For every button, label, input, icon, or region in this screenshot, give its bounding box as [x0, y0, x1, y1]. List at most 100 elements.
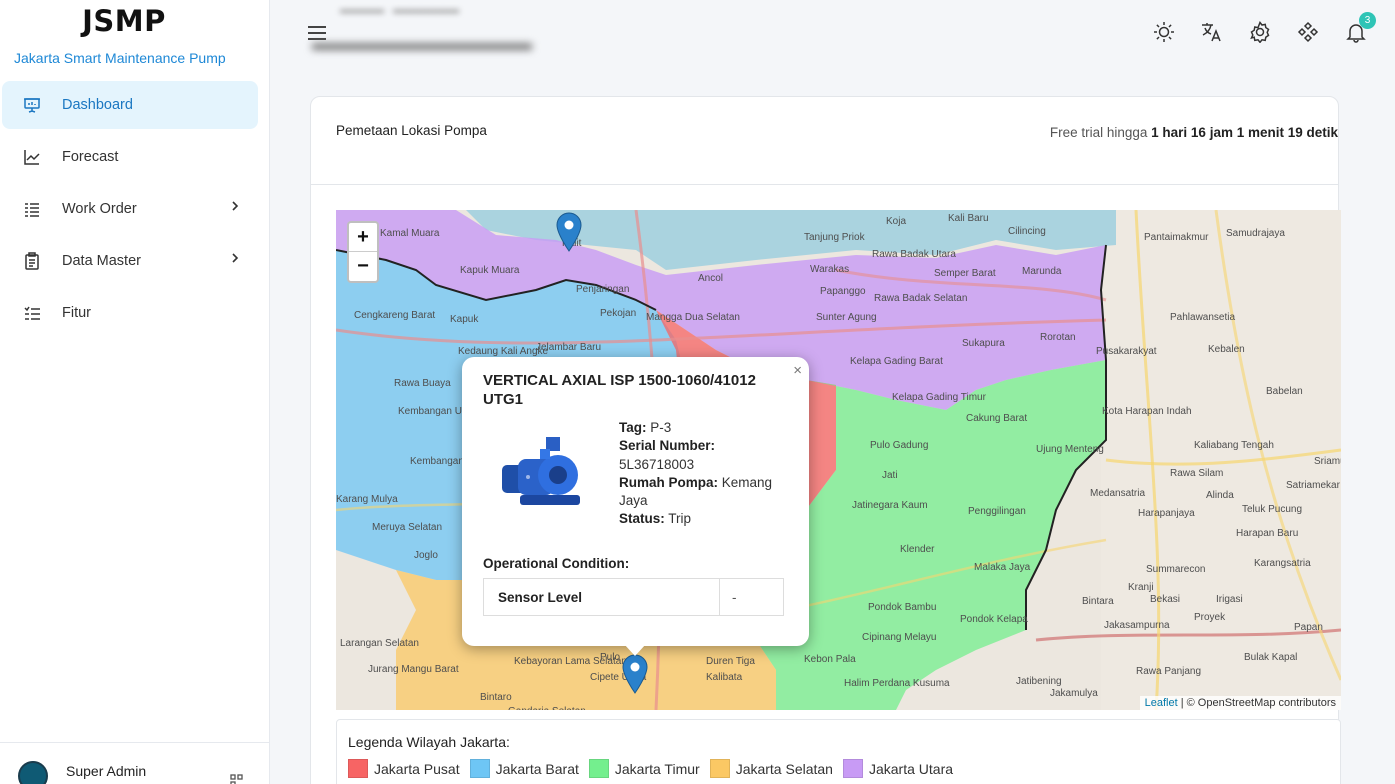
- map-place-label: Cipinang Melayu: [862, 632, 937, 643]
- map-place-label: Summarecon: [1146, 564, 1206, 575]
- map-place-label: Karangsatria: [1254, 558, 1311, 569]
- legend-swatch: [588, 759, 609, 778]
- close-icon[interactable]: ×: [793, 362, 802, 379]
- sidebar-item-data-master[interactable]: Data Master: [2, 237, 258, 285]
- map-place-label: Bulak Kapal: [1244, 652, 1298, 663]
- status-row: Status: Trip: [619, 510, 789, 528]
- map-attribution: Leaflet | © OpenStreetMap contributors: [1139, 696, 1341, 710]
- map-place-label: Kranji: [1128, 582, 1154, 593]
- page-title: ▬▬▬▬▬▬▬▬▬▬: [312, 30, 532, 55]
- legend-item: Jakarta Pusat: [348, 759, 460, 778]
- trial-time: 1 hari 16 jam 1 menit 19 detik: [1151, 125, 1338, 140]
- map-place-label: Pantaimakmur: [1144, 232, 1209, 243]
- bell-icon[interactable]: 3: [1342, 12, 1376, 46]
- map-place-label: Cilincing: [1008, 226, 1046, 237]
- sun-icon[interactable]: [1150, 18, 1178, 46]
- legend-title: Legenda Wilayah Jakarta:: [348, 734, 510, 750]
- trial-countdown: Free trial hingga 1 hari 16 jam 1 menit …: [838, 125, 1338, 140]
- map-place-label: Teluk Pucung: [1242, 504, 1303, 515]
- map-place-label: Duren Tiga: [706, 656, 755, 667]
- map-place-label: Bintaro: [480, 692, 512, 703]
- sidebar-item-label: Data Master: [62, 253, 141, 269]
- map-place-label: Kelapa Gading Timur: [892, 392, 986, 403]
- map-place-label: Jatinegara Kaum: [852, 500, 928, 511]
- popup-tip: [624, 644, 646, 656]
- sidebar-item-forecast[interactable]: Forecast: [2, 133, 258, 181]
- notification-badge: 3: [1359, 12, 1376, 29]
- translate-icon[interactable]: [1198, 18, 1226, 46]
- map-place-label: Pahlawansetia: [1170, 312, 1236, 323]
- map-place-label: Bintara: [1082, 596, 1114, 607]
- presentation-chart-icon: [22, 95, 42, 115]
- map-pin-icon[interactable]: [556, 212, 582, 257]
- app-title: JSMP: [82, 4, 166, 38]
- map-place-label: Larangan Selatan: [340, 638, 419, 649]
- sidebar: JSMP Jakarta Smart Maintenance Pump Dash…: [0, 0, 270, 784]
- zoom-control: + −: [347, 221, 379, 283]
- chevron-right-icon: [230, 252, 240, 268]
- trial-prefix: Free trial hingga: [1049, 125, 1148, 140]
- legend-items: Jakarta Pusat Jakarta Barat Jakarta Timu…: [348, 759, 963, 778]
- map-place-label: Jakasampurna: [1104, 620, 1170, 631]
- map-place-label: Papan: [1294, 622, 1323, 633]
- sidebar-item-label: Dashboard: [62, 97, 133, 113]
- gear-icon[interactable]: [1246, 18, 1274, 46]
- tag-value: P-3: [650, 420, 672, 435]
- legend-label: Jakarta Barat: [495, 760, 579, 777]
- legend-label: Jakarta Utara: [868, 760, 954, 777]
- map-pin-icon[interactable]: [622, 654, 648, 699]
- leaflet-link[interactable]: Leaflet: [1145, 697, 1178, 709]
- map-place-label: Cakung Barat: [966, 413, 1028, 424]
- zoom-in-button[interactable]: +: [349, 223, 377, 252]
- map-place-label: Mangga Dua Selatan: [646, 312, 740, 323]
- sidebar-item-work-order[interactable]: Work Order: [2, 185, 258, 233]
- map-place-label: Kapuk: [450, 314, 479, 325]
- map-place-label: Karang Mulya: [336, 494, 398, 505]
- avatar[interactable]: [18, 761, 48, 784]
- map-place-label: Kelapa Gading Barat: [850, 356, 943, 367]
- map-place-label: Samudrajaya: [1226, 228, 1285, 239]
- map-place-label: Rorotan: [1040, 332, 1076, 343]
- map-place-label: Pondok Bambu: [868, 602, 937, 613]
- map-place-label: Ancol: [698, 273, 724, 284]
- tag-row: Tag: P-3: [619, 419, 789, 437]
- legend-item: Jakarta Barat: [469, 759, 579, 778]
- serial-value: 5L36718003: [619, 456, 695, 472]
- map-place-label: Cengkareng Barat: [354, 310, 436, 321]
- map-place-label: Irigasi: [1216, 594, 1243, 605]
- map-place-label: Klender: [900, 544, 935, 555]
- map-place-label: Sukapura: [962, 338, 1005, 349]
- map-place-label: Ujung Menteng: [1036, 444, 1104, 455]
- legend-label: Jakarta Selatan: [735, 760, 833, 777]
- status-value: Trip: [668, 511, 692, 527]
- serial-label: Serial Number:: [619, 438, 716, 454]
- qr-icon[interactable]: [230, 773, 244, 784]
- zoom-out-button[interactable]: −: [349, 252, 377, 281]
- sidebar-item-fitur[interactable]: Fitur: [2, 289, 258, 337]
- map-place-label: Koja: [886, 216, 907, 227]
- map-place-label: Meruya Selatan: [372, 522, 443, 533]
- rumah-label: Rumah Pompa:: [619, 474, 719, 490]
- map-place-label: Medansatria: [1090, 488, 1146, 499]
- card-header: Pemetaan Lokasi Pompa Free trial hingga …: [311, 97, 1338, 185]
- map-place-label: Penjaringan: [576, 284, 630, 295]
- sidebar-item-dashboard[interactable]: Dashboard: [2, 81, 258, 129]
- map-place-label: Marunda: [1022, 266, 1062, 277]
- clipboard-icon: [22, 251, 42, 271]
- line-chart-icon: [22, 147, 42, 167]
- map-place-label: Kota Harapan Indah: [1102, 406, 1192, 417]
- legend-label: Jakarta Pusat: [374, 760, 460, 777]
- tag-label: Tag:: [619, 420, 647, 435]
- app-subtitle: Jakarta Smart Maintenance Pump: [14, 50, 226, 66]
- map-place-label: Jati: [882, 470, 898, 481]
- apps-icon[interactable]: [1294, 18, 1322, 46]
- card-title: Pemetaan Lokasi Pompa: [336, 123, 487, 138]
- legend-item: Jakarta Timur: [588, 759, 700, 778]
- map-place-label: Pondok Kelapa: [960, 614, 1028, 625]
- map-place-label: Rawa Buaya: [394, 378, 451, 389]
- map-place-label: Halim Perdana Kusuma: [844, 678, 950, 689]
- sidebar-nav: Dashboard Forecast Work Order Data Maste…: [2, 81, 258, 341]
- legend-swatch: [709, 759, 730, 778]
- rumah-row: Rumah Pompa: Kemang Jaya: [619, 474, 789, 511]
- sensor-table: Sensor Level -: [483, 578, 784, 616]
